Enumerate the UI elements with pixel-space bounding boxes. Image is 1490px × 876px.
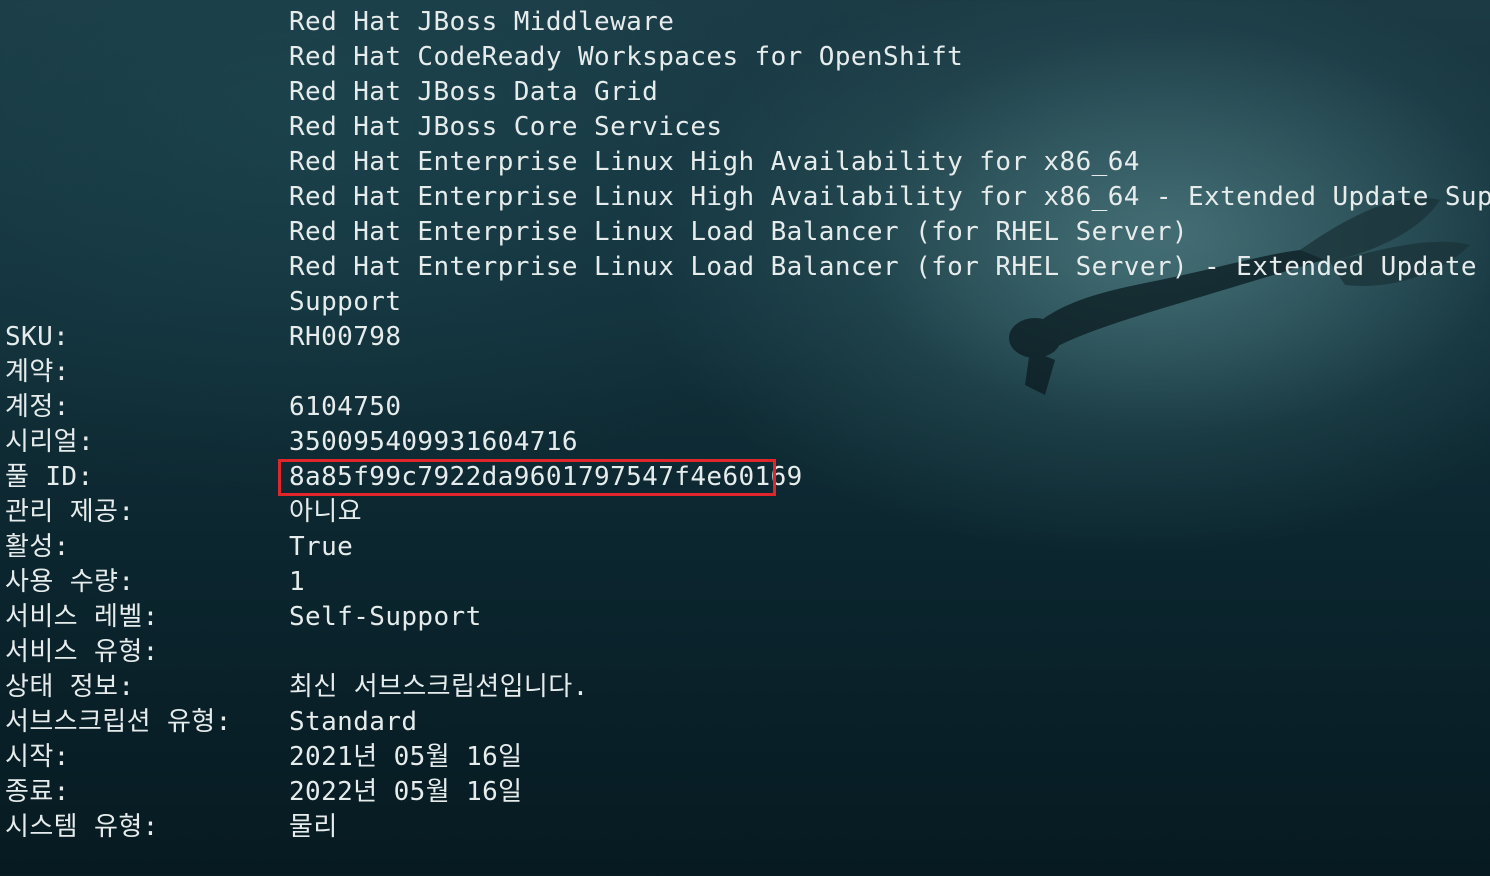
product-line: Red Hat CodeReady Workspaces for OpenShi…	[289, 42, 964, 72]
field-label-account: 계정:	[5, 392, 70, 422]
field-value-serial: 3500954099316047​16	[289, 427, 578, 457]
product-line: Support	[289, 287, 402, 317]
field-value-ends: 2022년 05월 16일	[289, 777, 523, 807]
field-label-service-type: 서비스 유형:	[5, 637, 159, 667]
product-line: Red Hat Enterprise Linux Load Balancer (…	[289, 217, 1188, 247]
product-line: Red Hat JBoss Middleware	[289, 7, 675, 37]
field-label-quantity-used: 사용 수량:	[5, 567, 135, 597]
field-label-system-type: 시스템 유형:	[5, 812, 159, 842]
terminal-output: Red Hat JBoss Middleware Red Hat CodeRea…	[0, 0, 1490, 876]
product-line: Red Hat JBoss Data Grid	[289, 77, 659, 107]
field-value-provides-management: 아니요	[289, 497, 362, 527]
field-value-status-details: 최신 서브스크립션입니다.	[289, 672, 589, 702]
field-value-account: 6104750	[289, 392, 402, 422]
field-label-provides-management: 관리 제공:	[5, 497, 135, 527]
field-value-starts: 2021년 05월 16일	[289, 742, 523, 772]
field-label-sku: SKU:	[5, 322, 70, 352]
field-value-service-level: Self-Support	[289, 602, 482, 632]
field-value-active: True	[289, 532, 354, 562]
field-label-subscription-type: 서브스크립션 유형:	[5, 707, 232, 737]
field-value-sku: RH00798	[289, 322, 402, 352]
product-line: Red Hat Enterprise Linux Load Balancer (…	[289, 252, 1477, 282]
field-label-contract: 계약:	[5, 357, 70, 387]
field-label-active: 활성:	[5, 532, 70, 562]
product-line: Red Hat JBoss Core Services	[289, 112, 723, 142]
pool-id-highlight-box	[278, 459, 776, 496]
product-line: Red Hat Enterprise Linux High Availabili…	[289, 182, 1490, 212]
product-line: Red Hat Enterprise Linux High Availabili…	[289, 147, 1140, 177]
field-label-serial: 시리얼:	[5, 427, 95, 457]
field-label-service-level: 서비스 레벨:	[5, 602, 159, 632]
field-label-status-details: 상태 정보:	[5, 672, 135, 702]
field-value-quantity-used: 1	[289, 567, 306, 597]
field-value-system-type: 물리	[289, 812, 338, 842]
field-label-ends: 종료:	[5, 777, 70, 807]
field-label-starts: 시작:	[5, 742, 70, 772]
field-value-subscription-type: Standard	[289, 707, 418, 737]
field-label-pool-id: 풀 ID:	[5, 462, 94, 492]
